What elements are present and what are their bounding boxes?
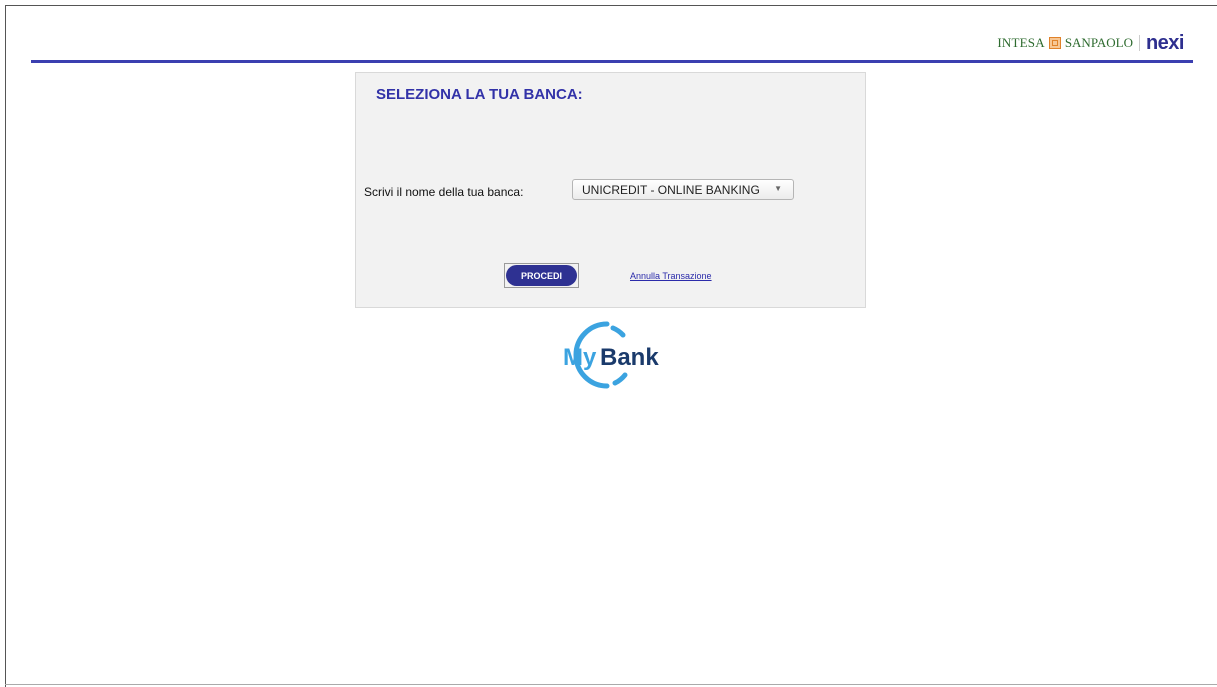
brand-logos: INTESA SANPAOLO nexi	[997, 32, 1185, 54]
sanpaolo-logo-text: SANPAOLO	[1064, 35, 1133, 50]
mybank-logo: My Bank	[563, 321, 659, 389]
bank-field-label: Scrivi il nome della tua banca:	[364, 185, 524, 199]
intesa-logo-text: INTESA	[997, 35, 1045, 50]
bank-select[interactable]: UNICREDIT - ONLINE BANKING ▼	[572, 179, 794, 200]
panel-title: SELEZIONA LA TUA BANCA:	[376, 86, 583, 103]
intesa-sanpaolo-mark-icon	[1048, 37, 1061, 49]
nexi-logo: nexi	[1145, 32, 1185, 54]
bank-select-value: UNICREDIT - ONLINE BANKING	[582, 183, 760, 197]
header-divider-line	[31, 60, 1193, 63]
proceed-button[interactable]: PROCEDI	[506, 265, 577, 286]
brand-divider	[1138, 35, 1140, 51]
mybank-logo-bank: Bank	[600, 344, 659, 371]
bank-selection-panel: SELEZIONA LA TUA BANCA: Scrivi il nome d…	[355, 72, 866, 308]
proceed-button-focus-ring: PROCEDI	[504, 263, 579, 288]
window-frame-bottom	[5, 684, 1217, 685]
chevron-down-icon: ▼	[774, 184, 782, 193]
mybank-logo-my: My	[563, 344, 597, 371]
cancel-transaction-link[interactable]: Annulla Transazione	[630, 271, 712, 281]
